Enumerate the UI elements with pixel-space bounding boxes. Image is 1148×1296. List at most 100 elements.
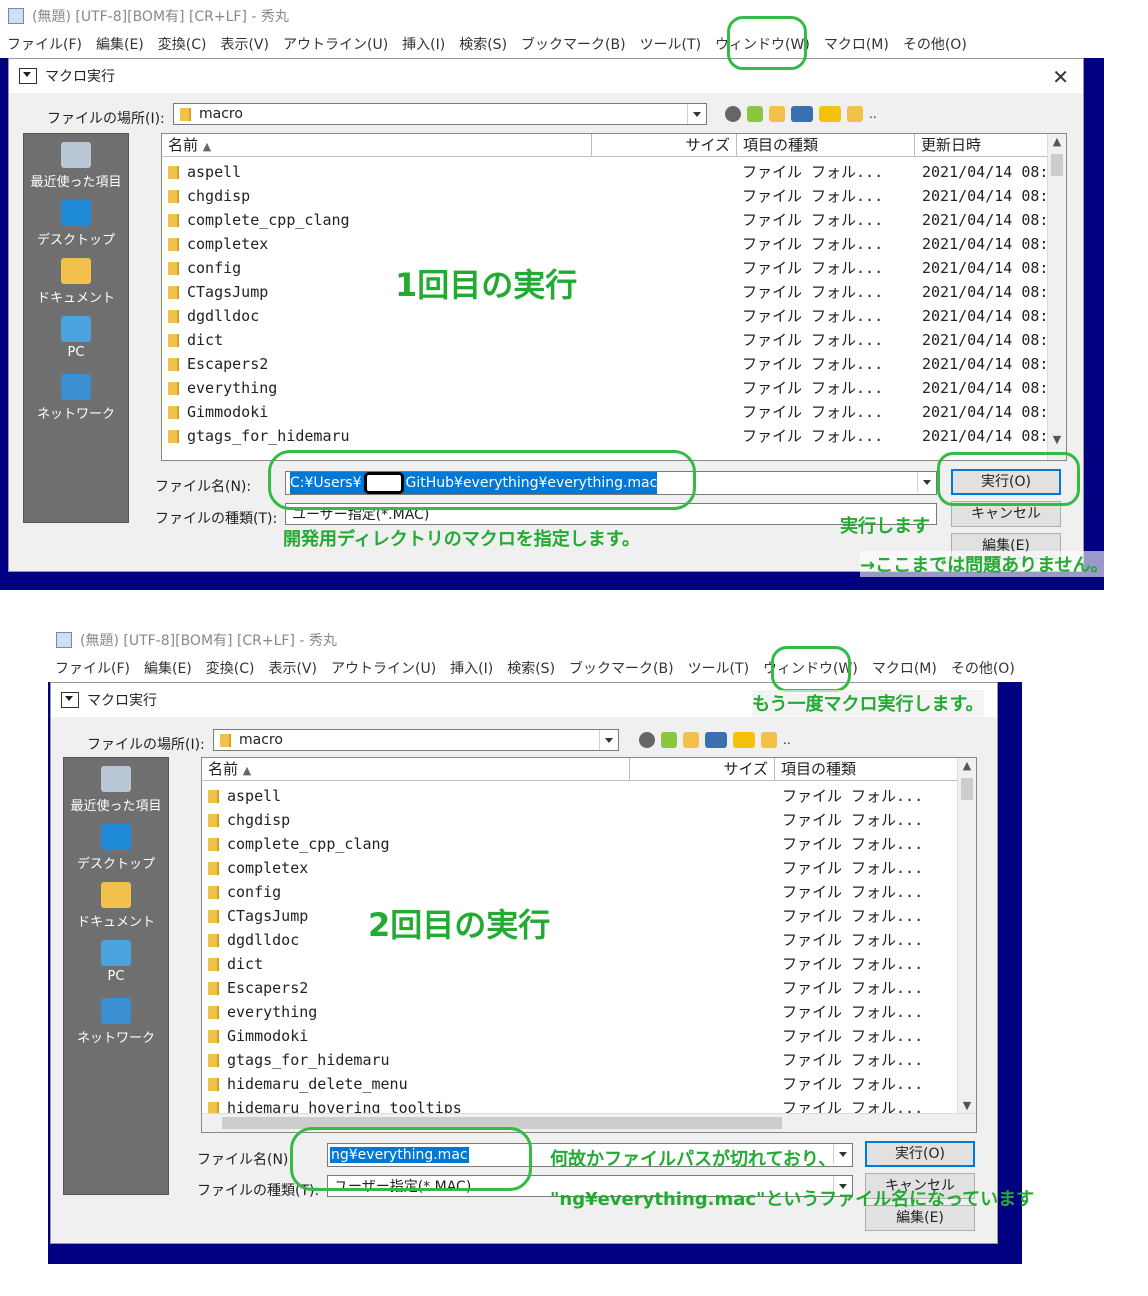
list-item[interactable]: CTagsJump ファイル フォル... bbox=[202, 904, 976, 928]
favorites-icon[interactable] bbox=[733, 732, 755, 748]
menu-item[interactable]: ブックマーク(B) bbox=[514, 34, 633, 54]
list-item[interactable]: CTagsJump ファイル フォル... 2021/04/14 08: bbox=[162, 280, 1066, 304]
menu-item[interactable]: 編集(E) bbox=[89, 34, 151, 54]
list-item[interactable]: dgdlldoc ファイル フォル... bbox=[202, 928, 976, 952]
menu-item[interactable]: ツール(T) bbox=[681, 658, 756, 678]
menu-item[interactable]: 変換(C) bbox=[199, 658, 262, 678]
run-button[interactable]: 実行(O) bbox=[865, 1141, 975, 1167]
list-item[interactable]: chgdisp ファイル フォル... 2021/04/14 08: bbox=[162, 184, 1066, 208]
chevron-down-icon[interactable] bbox=[917, 472, 936, 492]
column-name[interactable]: 名前 ▲ bbox=[162, 134, 592, 156]
menu-item[interactable]: 挿入(I) bbox=[395, 34, 452, 54]
list-item[interactable]: Gimmodoki ファイル フォル... 2021/04/14 08: bbox=[162, 400, 1066, 424]
list-item[interactable]: everything ファイル フォル... bbox=[202, 1000, 976, 1024]
scroll-up-icon[interactable]: ▲ bbox=[958, 758, 976, 774]
place-item[interactable]: デスクトップ bbox=[24, 200, 128, 248]
list-item[interactable]: complete_cpp_clang ファイル フォル... 2021/04/14 … bbox=[162, 208, 1066, 232]
menu-item[interactable]: マクロ(M) bbox=[817, 34, 896, 54]
menu-item[interactable]: 検索(S) bbox=[452, 34, 514, 54]
menu-item[interactable]: アウトライン(U) bbox=[324, 658, 443, 678]
column-date[interactable]: 更新日時 bbox=[915, 134, 1055, 156]
scroll-down-icon[interactable]: ▼ bbox=[1048, 432, 1066, 448]
menu-item[interactable]: 挿入(I) bbox=[443, 658, 500, 678]
scroll-thumb[interactable] bbox=[1051, 154, 1063, 176]
menu-item[interactable]: マクロ(M) bbox=[865, 658, 944, 678]
list-item[interactable]: hidemaru_delete_menu ファイル フォル... bbox=[202, 1072, 976, 1096]
vertical-scrollbar[interactable]: ▲ ▼ bbox=[1047, 134, 1066, 460]
column-type[interactable]: 項目の種類 bbox=[737, 134, 915, 156]
place-item[interactable]: デスクトップ bbox=[64, 824, 168, 872]
list-item[interactable]: completex ファイル フォル... 2021/04/14 08: bbox=[162, 232, 1066, 256]
up-folder-icon[interactable] bbox=[747, 106, 763, 122]
place-item[interactable]: ドキュメント bbox=[24, 258, 128, 306]
menu-item[interactable]: 検索(S) bbox=[500, 658, 562, 678]
menu-item[interactable]: ブックマーク(B) bbox=[562, 658, 681, 678]
list-item[interactable]: Gimmodoki ファイル フォル... bbox=[202, 1024, 976, 1048]
column-size[interactable]: サイズ bbox=[592, 134, 737, 156]
place-item[interactable]: PC bbox=[64, 940, 168, 984]
up-folder-icon[interactable] bbox=[661, 732, 677, 748]
menu-item[interactable]: 表示(V) bbox=[261, 658, 324, 678]
title-bar: (無題) [UTF-8][BOM有] [CR+LF] - 秀丸 bbox=[0, 0, 1104, 32]
chevron-down-icon[interactable] bbox=[599, 730, 618, 750]
list-item[interactable]: everything ファイル フォル... 2021/04/14 08: bbox=[162, 376, 1066, 400]
new-folder-icon[interactable] bbox=[769, 106, 785, 122]
list-item[interactable]: dict ファイル フォル... bbox=[202, 952, 976, 976]
place-item[interactable]: ネットワーク bbox=[64, 998, 168, 1046]
system-menu-icon[interactable] bbox=[61, 692, 79, 708]
column-name[interactable]: 名前 ▲ bbox=[202, 758, 630, 780]
system-menu-icon[interactable] bbox=[19, 68, 37, 84]
menu-item[interactable]: 編集(E) bbox=[137, 658, 199, 678]
chevron-down-icon[interactable] bbox=[687, 104, 706, 124]
list-item[interactable]: Escapers2 ファイル フォル... bbox=[202, 976, 976, 1000]
folder-shortcut-icon[interactable] bbox=[761, 732, 777, 748]
back-icon[interactable] bbox=[639, 732, 655, 748]
new-folder-icon[interactable] bbox=[683, 732, 699, 748]
file-list[interactable]: 名前 ▲ サイズ 項目の種類 aspell ファイル フォル... chgdisp フ… bbox=[201, 757, 977, 1133]
toolbar-more[interactable]: .. bbox=[869, 107, 877, 121]
scroll-down-icon[interactable]: ▼ bbox=[958, 1098, 976, 1114]
back-icon[interactable] bbox=[725, 106, 741, 122]
menu-item[interactable]: ファイル(F) bbox=[0, 34, 89, 54]
look-in-combo[interactable]: macro bbox=[213, 729, 619, 751]
list-item[interactable]: completex ファイル フォル... bbox=[202, 856, 976, 880]
place-item[interactable]: ネットワーク bbox=[24, 374, 128, 422]
item-type: ファイル フォル... bbox=[742, 283, 884, 301]
list-item[interactable]: Escapers2 ファイル フォル... 2021/04/14 08: bbox=[162, 352, 1066, 376]
close-icon[interactable]: ✕ bbox=[1052, 65, 1069, 89]
view-menu-icon[interactable] bbox=[705, 732, 727, 748]
menu-item[interactable]: アウトライン(U) bbox=[276, 34, 395, 54]
column-size[interactable]: サイズ bbox=[630, 758, 775, 780]
vertical-scrollbar[interactable]: ▲ ▼ bbox=[957, 758, 976, 1114]
list-item[interactable]: dict ファイル フォル... 2021/04/14 08: bbox=[162, 328, 1066, 352]
file-list[interactable]: 名前 ▲ サイズ 項目の種類 更新日時 aspell ファイル フォル... 202… bbox=[161, 133, 1067, 461]
menu-item[interactable]: その他(O) bbox=[896, 34, 974, 54]
view-menu-icon[interactable] bbox=[791, 106, 813, 122]
list-item[interactable]: gtags_for_hidemaru ファイル フォル... 2021/04/14 … bbox=[162, 424, 1066, 448]
scroll-thumb[interactable] bbox=[961, 778, 973, 800]
list-item[interactable]: chgdisp ファイル フォル... bbox=[202, 808, 976, 832]
favorites-icon[interactable] bbox=[819, 106, 841, 122]
look-in-combo[interactable]: macro bbox=[173, 103, 707, 125]
column-type[interactable]: 項目の種類 bbox=[775, 758, 955, 780]
menu-item[interactable]: 表示(V) bbox=[213, 34, 276, 54]
list-item[interactable]: gtags_for_hidemaru ファイル フォル... bbox=[202, 1048, 976, 1072]
list-item-name: complete_cpp_clang bbox=[202, 832, 390, 856]
scroll-up-icon[interactable]: ▲ bbox=[1048, 134, 1066, 150]
list-item[interactable]: aspell ファイル フォル... 2021/04/14 08: bbox=[162, 160, 1066, 184]
menu-item[interactable]: ファイル(F) bbox=[48, 658, 137, 678]
place-item[interactable]: 最近使った項目 bbox=[64, 766, 168, 814]
folder-shortcut-icon[interactable] bbox=[847, 106, 863, 122]
list-item[interactable]: config ファイル フォル... bbox=[202, 880, 976, 904]
list-item[interactable]: complete_cpp_clang ファイル フォル... bbox=[202, 832, 976, 856]
menu-item[interactable]: ツール(T) bbox=[633, 34, 708, 54]
place-item[interactable]: ドキュメント bbox=[64, 882, 168, 930]
toolbar-more[interactable]: .. bbox=[783, 733, 791, 747]
menu-item[interactable]: 変換(C) bbox=[151, 34, 214, 54]
list-item[interactable]: dgdlldoc ファイル フォル... 2021/04/14 08: bbox=[162, 304, 1066, 328]
place-item[interactable]: PC bbox=[24, 316, 128, 360]
list-item[interactable]: config ファイル フォル... 2021/04/14 08: bbox=[162, 256, 1066, 280]
menu-item[interactable]: その他(O) bbox=[944, 658, 1022, 678]
place-item[interactable]: 最近使った項目 bbox=[24, 142, 128, 190]
list-item[interactable]: aspell ファイル フォル... bbox=[202, 784, 976, 808]
